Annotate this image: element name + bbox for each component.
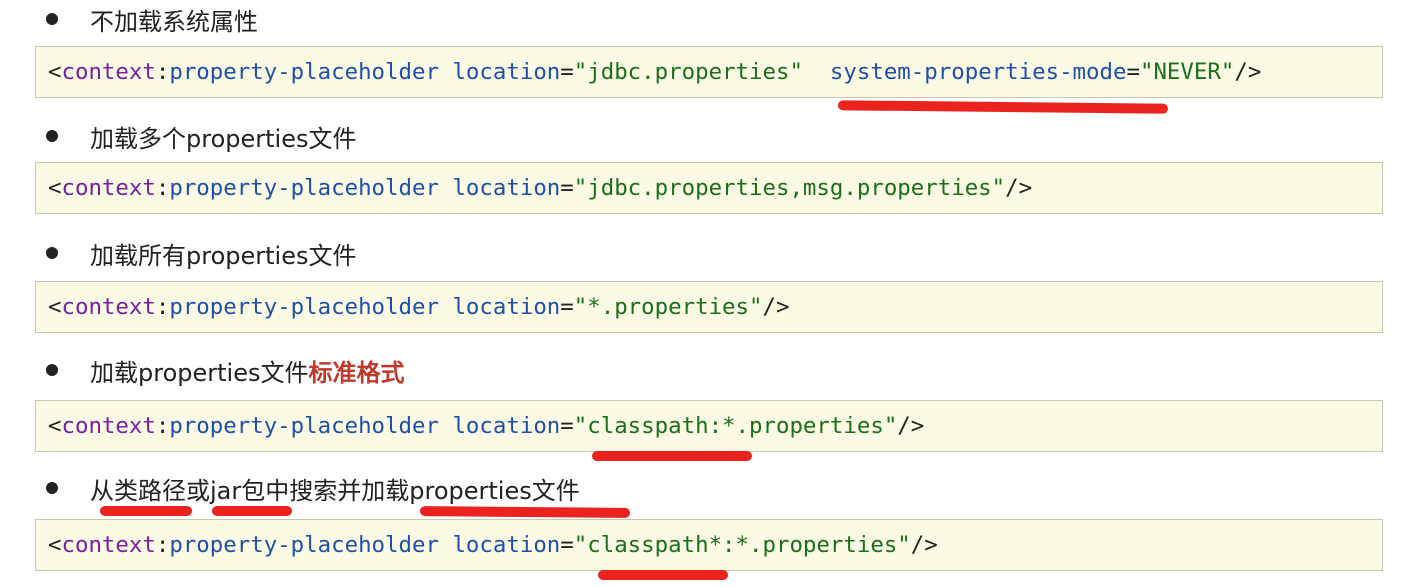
bullet-dot-icon xyxy=(46,482,58,494)
code-equals: = xyxy=(560,532,574,558)
code-equals: = xyxy=(560,294,574,320)
code-equals: = xyxy=(1126,59,1140,85)
bullet-dot-icon xyxy=(46,364,58,376)
bullet-item: 从类路径或jar包中搜索并加载properties文件 xyxy=(46,473,580,505)
code-attr-value: "NEVER" xyxy=(1139,59,1235,85)
code-colon: : xyxy=(155,413,170,439)
bullet-item: 不加载系统属性 xyxy=(46,4,258,36)
code-tag: property-placeholder xyxy=(169,413,439,439)
code-open-bracket: < xyxy=(48,294,62,320)
code-open-bracket: < xyxy=(48,413,62,439)
red-underline-annotation xyxy=(837,100,1169,114)
code-attr-name: system-properties-mode xyxy=(829,59,1127,85)
red-underline-annotation xyxy=(598,570,728,580)
code-tag: property-placeholder xyxy=(169,59,439,85)
code-namespace: context xyxy=(61,294,156,320)
code-tag: property-placeholder xyxy=(169,175,439,201)
code-block: < context: property-placeholder location = "… xyxy=(35,162,1383,214)
code-attr-name: location xyxy=(452,413,561,439)
red-underline-annotation xyxy=(419,506,631,518)
red-underline-annotation xyxy=(212,506,292,516)
code-equals: = xyxy=(560,59,574,85)
code-block: < context: property-placeholder location = "… xyxy=(35,400,1383,452)
code-namespace: context xyxy=(61,413,156,439)
code-open-bracket: < xyxy=(48,532,62,558)
bullet-text-main: 加载properties文件 xyxy=(90,358,309,387)
code-attr-value: "classpath*:*.properties" xyxy=(573,532,911,558)
bullet-dot-icon xyxy=(46,13,58,25)
code-block: < context: property-placeholder location = "… xyxy=(35,519,1383,571)
bullet-item: 加载所有properties文件 xyxy=(46,238,357,270)
bullet-text: 加载properties文件标准格式 xyxy=(90,353,404,388)
code-close: /> xyxy=(1234,59,1262,85)
code-attr-name: location xyxy=(452,532,561,558)
bullet-text: 加载所有properties文件 xyxy=(90,241,357,270)
code-close: /> xyxy=(762,294,790,320)
code-colon: : xyxy=(155,59,170,85)
code-close: /> xyxy=(910,532,938,558)
red-underline-annotation xyxy=(592,451,752,461)
code-namespace: context xyxy=(61,532,156,558)
code-attr-name: location xyxy=(452,294,561,320)
code-equals: = xyxy=(560,413,574,439)
code-close: /> xyxy=(897,413,925,439)
code-block: < context: property-placeholder location = "… xyxy=(35,281,1383,333)
code-close: /> xyxy=(1005,175,1033,201)
code-attr-value: "jdbc.properties" xyxy=(573,59,803,85)
bullet-dot-icon xyxy=(46,130,58,142)
code-colon: : xyxy=(155,294,170,320)
red-underline-annotation xyxy=(100,506,192,516)
bullet-dot-icon xyxy=(46,247,58,259)
code-colon: : xyxy=(155,532,170,558)
code-attr-value: "classpath:*.properties" xyxy=(573,413,898,439)
code-tag: property-placeholder xyxy=(169,294,439,320)
bullet-item: 加载properties文件标准格式 xyxy=(46,353,404,388)
bullet-text: 从类路径或jar包中搜索并加载properties文件 xyxy=(90,476,580,505)
code-block: < context: property-placeholder location = "… xyxy=(35,46,1383,98)
code-namespace: context xyxy=(61,59,156,85)
code-attr-value: "*.properties" xyxy=(573,294,763,320)
bullet-text-emphasis: 标准格式 xyxy=(308,358,405,387)
code-tag: property-placeholder xyxy=(169,532,439,558)
code-attr-name: location xyxy=(452,175,561,201)
code-attr-name: location xyxy=(452,59,561,85)
bullet-text: 加载多个properties文件 xyxy=(90,124,357,153)
code-equals: = xyxy=(560,175,574,201)
code-colon: : xyxy=(155,175,170,201)
code-attr-value: "jdbc.properties,msg.properties" xyxy=(573,175,1006,201)
code-open-bracket: < xyxy=(48,175,62,201)
bullet-text: 不加载系统属性 xyxy=(90,7,258,36)
code-open-bracket: < xyxy=(48,59,62,85)
bullet-item: 加载多个properties文件 xyxy=(46,121,357,153)
code-namespace: context xyxy=(61,175,156,201)
